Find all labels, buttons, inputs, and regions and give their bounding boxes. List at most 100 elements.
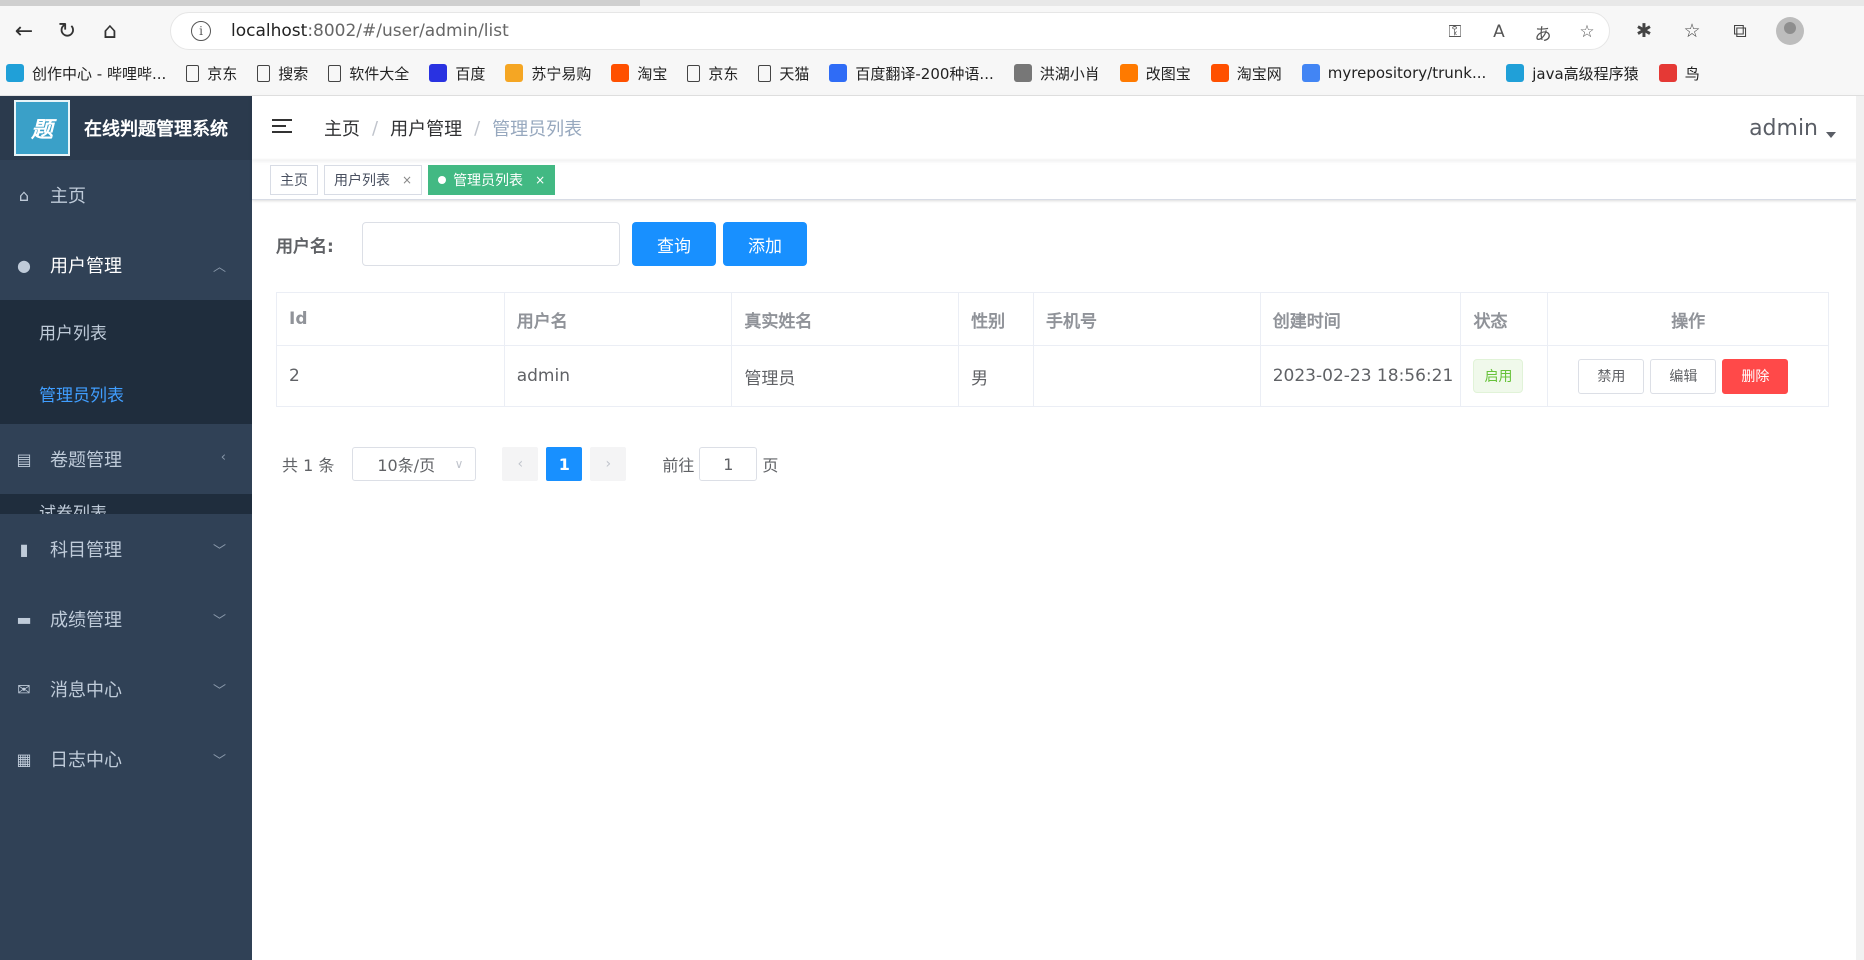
table-row: 2 admin 管理员 男 2023-02-23 18:56:21 启用 禁用 …: [277, 346, 1828, 406]
chevron-down-icon: ∨: [454, 457, 464, 471]
bookmark-item[interactable]: 淘宝: [611, 63, 667, 84]
tag-admin-list[interactable]: 管理员列表 ×: [428, 164, 556, 195]
close-icon[interactable]: ×: [535, 173, 545, 187]
page-icon: [687, 64, 701, 82]
sidebar-item-user-management[interactable]: ● 用户管理 ︿: [0, 230, 252, 300]
bookmark-item[interactable]: 搜索: [257, 63, 308, 84]
breadcrumb: 主页 / 用户管理 / 管理员列表: [324, 115, 582, 141]
bookmark-label: 京东: [708, 64, 739, 83]
bookmark-item[interactable]: 软件大全: [328, 63, 409, 84]
bookmark-label: 京东: [207, 64, 238, 83]
query-button[interactable]: 查询: [632, 222, 716, 266]
extensions-icon[interactable]: ✱: [1620, 20, 1668, 42]
sidebar-item-message-center[interactable]: ✉ 消息中心 ﹀: [0, 654, 252, 724]
taobao-icon: [611, 64, 630, 82]
hamburger-icon[interactable]: [272, 116, 296, 140]
sidebar-item-admin-list[interactable]: 管理员列表: [0, 362, 252, 424]
bookmark-label: 淘宝: [637, 64, 668, 83]
goto-page-input[interactable]: 1: [699, 447, 758, 481]
logo-text: 题: [30, 118, 53, 143]
tag-home[interactable]: 主页: [270, 164, 318, 195]
key-icon[interactable]: ⚿: [1433, 22, 1477, 42]
bird-icon: [1013, 64, 1032, 82]
site-info-icon[interactable]: i: [191, 21, 211, 41]
bookmark-item[interactable]: java高级程序猿: [1506, 63, 1639, 84]
close-icon[interactable]: ×: [402, 173, 412, 187]
bookmark-item[interactable]: 洪湖小肖: [1013, 63, 1100, 84]
bookmark-label: 创作中心 - 哔哩哔...: [32, 64, 167, 83]
bookmark-item[interactable]: 京东: [687, 63, 738, 84]
user-dropdown[interactable]: admin: [1749, 116, 1836, 141]
sidebar-item-score-management[interactable]: ▬ 成绩管理 ﹀: [0, 584, 252, 654]
collections-icon[interactable]: ⧉: [1716, 20, 1764, 42]
tag-user-list[interactable]: 用户列表 ×: [324, 164, 423, 195]
bookmark-item[interactable]: 京东: [186, 63, 237, 84]
username-search-input[interactable]: [362, 222, 620, 266]
reload-icon[interactable]: ↻: [48, 12, 86, 50]
chevron-down-icon: ﹀: [212, 544, 226, 559]
column-header: 操作: [1548, 293, 1828, 346]
favorites-icon[interactable]: ☆: [1668, 20, 1716, 42]
cell-gender: 男: [959, 346, 1035, 406]
breadcrumb-home[interactable]: 主页: [324, 115, 360, 141]
active-dot-icon: [438, 175, 447, 184]
read-aloud-icon[interactable]: A: [1477, 22, 1521, 42]
home-page-icon[interactable]: ⌂: [91, 12, 129, 50]
status-badge: 启用: [1473, 359, 1524, 393]
username-label: 用户名:: [276, 236, 334, 257]
active-browser-tab[interactable]: [0, 0, 640, 6]
sidebar-item-subject-management[interactable]: ▮ 科目管理 ﹀: [0, 514, 252, 584]
bookmark-item[interactable]: 改图宝: [1119, 63, 1191, 84]
tag-label: 管理员列表: [453, 172, 524, 189]
suning-icon: [505, 64, 524, 82]
page-icon: [186, 64, 200, 82]
add-button[interactable]: 添加: [723, 222, 807, 266]
bookmark-item[interactable]: 百度翻译-200种语...: [829, 63, 994, 84]
add-favorite-icon[interactable]: ☆: [1565, 22, 1609, 42]
chrome-icon: [1301, 64, 1320, 82]
url-text[interactable]: localhost:8002/#/user/admin/list: [231, 21, 509, 41]
bookmark-item[interactable]: 创作中心 - 哔哩哔...: [6, 63, 166, 84]
navbar: 主页 / 用户管理 / 管理员列表 admin: [252, 96, 1864, 160]
page-number-current[interactable]: 1: [546, 447, 583, 481]
cell-created: 2023-02-23 18:56:21: [1261, 346, 1462, 406]
delete-button[interactable]: 删除: [1722, 358, 1789, 394]
sidebar-item-exam-management[interactable]: ▤ 卷题管理 ‹: [0, 424, 252, 494]
prev-page-button[interactable]: ‹: [502, 447, 539, 481]
bookmark-item[interactable]: 淘宝网: [1210, 63, 1282, 84]
bookmark-item[interactable]: 百度: [429, 63, 485, 84]
bookmark-item[interactable]: myrepository/trunk...: [1301, 64, 1486, 82]
page-scrollbar[interactable]: [1856, 96, 1864, 960]
bookmark-item[interactable]: 鸟: [1658, 63, 1700, 84]
sidebar-item-home[interactable]: ⌂ 主页: [0, 160, 252, 230]
page-size-select[interactable]: 10条/页 ∨: [352, 447, 477, 481]
sidebar-item-exam-list-partial[interactable]: 试卷列表: [0, 494, 252, 514]
address-bar[interactable]: i localhost:8002/#/user/admin/list ⚿ A あ…: [170, 12, 1610, 50]
chevron-up-icon: ︿: [212, 260, 226, 275]
page-icon: [257, 64, 271, 82]
admin-table: Id 用户名 真实姓名 性别 手机号 创建时间 状态 操作 2 admin 管理…: [276, 292, 1829, 407]
column-header: 真实姓名: [732, 293, 960, 346]
sidebar-item-label: 消息中心: [50, 680, 122, 701]
bookmark-item[interactable]: 苏宁易购: [505, 63, 591, 84]
bookmark-label: 天猫: [779, 64, 810, 83]
profile-avatar[interactable]: [1776, 17, 1804, 45]
sidebar-item-log-center[interactable]: ▦ 日志中心 ﹀: [0, 724, 252, 794]
message-icon: ▬: [16, 609, 32, 629]
next-page-button[interactable]: ›: [590, 447, 627, 481]
breadcrumb-separator: /: [474, 117, 481, 139]
edit-button[interactable]: 编辑: [1650, 358, 1717, 394]
disable-button[interactable]: 禁用: [1578, 358, 1645, 394]
logo-area[interactable]: 题 在线判题管理系统: [0, 96, 252, 160]
main-area: 主页 / 用户管理 / 管理员列表 admin 主页 用户列表 × 管理员列表 × …: [252, 96, 1864, 960]
bookmark-label: 搜索: [278, 64, 309, 83]
bookmark-item[interactable]: 天猫: [758, 63, 809, 84]
sidebar-item-user-list[interactable]: 用户列表: [0, 300, 252, 362]
table-header: Id 用户名 真实姓名 性别 手机号 创建时间 状态 操作: [277, 293, 1828, 346]
search-form: 用户名: 查询 添加: [276, 222, 1840, 266]
cell-phone: [1034, 346, 1261, 406]
translate-page-icon[interactable]: あ: [1521, 20, 1565, 45]
app-title: 在线判题管理系统: [84, 119, 228, 140]
breadcrumb-user-management[interactable]: 用户管理: [390, 115, 462, 141]
back-icon[interactable]: ←: [5, 12, 43, 50]
